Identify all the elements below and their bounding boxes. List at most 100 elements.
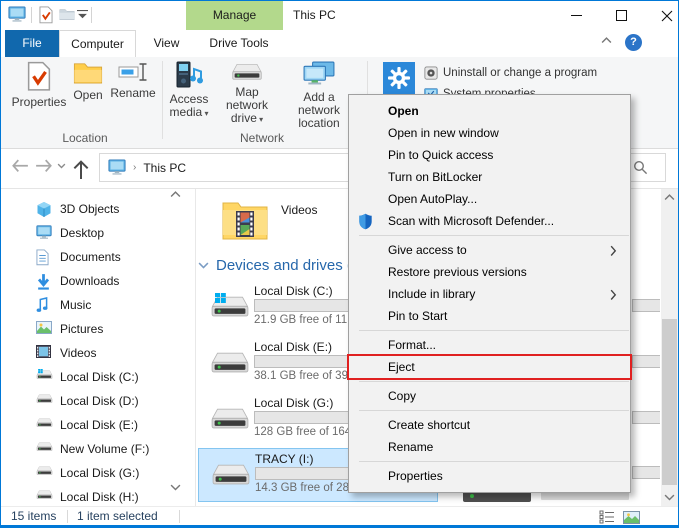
- menu-item-open-autoplay[interactable]: Open AutoPlay...: [349, 188, 630, 210]
- settings-gear-icon: [387, 66, 411, 90]
- menu-item-create-shortcut[interactable]: Create shortcut: [349, 414, 630, 436]
- menu-separator: [349, 327, 630, 334]
- network-location-icon: [283, 61, 355, 87]
- pane-divider[interactable]: [195, 189, 196, 506]
- access-media-button[interactable]: Access media ▾: [167, 61, 211, 120]
- main-scrollbar[interactable]: [661, 189, 678, 506]
- customize-qat-icon[interactable]: [77, 10, 88, 20]
- back-button[interactable]: [11, 159, 29, 173]
- map-network-drive-button[interactable]: Map network drive ▾: [213, 61, 281, 126]
- properties-check-icon[interactable]: [39, 6, 53, 24]
- qat-separator: [91, 7, 92, 23]
- sidebar-item-label: Downloads: [60, 269, 119, 293]
- menu-item-label: Pin to Start: [388, 309, 447, 323]
- breadcrumb-location[interactable]: This PC: [143, 161, 186, 175]
- sidebar-item-label: Documents: [60, 245, 121, 269]
- sidebar-item-local-disk-g[interactable]: Local Disk (G:): [3, 461, 163, 485]
- uninstall-program-button[interactable]: Uninstall or change a program: [424, 66, 597, 80]
- open-button[interactable]: Open: [67, 61, 109, 102]
- menu-item-format[interactable]: Format...: [349, 334, 630, 356]
- videos-folder-label[interactable]: Videos: [281, 203, 317, 217]
- menu-item-label: Open: [388, 104, 419, 118]
- partial-drive-capacity-bar: [632, 411, 660, 424]
- menu-item-eject[interactable]: Eject: [349, 356, 630, 378]
- drive-name: Local Disk (G:): [254, 396, 333, 410]
- devices-group-label: Devices and drives (8): [216, 257, 365, 274]
- scrollbar-thumb[interactable]: [662, 319, 677, 485]
- properties-button-label: Properties: [12, 95, 67, 109]
- sidebar-item-3d-objects[interactable]: 3D Objects: [3, 197, 163, 221]
- help-button[interactable]: ?: [625, 34, 642, 51]
- up-button[interactable]: [73, 159, 89, 180]
- tab-drive-tools[interactable]: Drive Tools: [195, 30, 283, 57]
- dropdown-caret-icon: ▾: [257, 115, 263, 124]
- menu-item-restore-previous-versions[interactable]: Restore previous versions: [349, 261, 630, 283]
- sidebar-item-downloads[interactable]: Downloads: [3, 269, 163, 293]
- tab-computer[interactable]: Computer: [59, 30, 136, 57]
- sidebar-item-documents[interactable]: Documents: [3, 245, 163, 269]
- tab-file[interactable]: File: [5, 30, 59, 57]
- breadcrumb-chevron-icon: ›: [133, 162, 136, 173]
- menu-item-rename[interactable]: Rename: [349, 436, 630, 458]
- menu-item-label: Create shortcut: [388, 418, 470, 432]
- sidebar-item-new-volume-f[interactable]: New Volume (F:): [3, 437, 163, 461]
- close-button[interactable]: [644, 1, 679, 30]
- menu-item-open-in-new-window[interactable]: Open in new window: [349, 122, 630, 144]
- file-explorer-window: Manage This PC File Computer View Drive …: [0, 0, 679, 528]
- sidebar-item-label: Local Disk (G:): [60, 461, 139, 485]
- sidebar-item-local-disk-d[interactable]: Local Disk (D:): [3, 389, 163, 413]
- sidebar-item-label: Local Disk (E:): [60, 413, 138, 437]
- search-icon: [633, 160, 648, 175]
- forward-button[interactable]: [35, 159, 53, 173]
- selection-count: 1 item selected: [77, 507, 158, 526]
- menu-item-scan-with-microsoft-defender[interactable]: Scan with Microsoft Defender...: [349, 210, 630, 232]
- menu-item-give-access-to[interactable]: Give access to: [349, 239, 630, 261]
- drive-led: [470, 494, 474, 498]
- new-folder-icon[interactable]: [59, 8, 75, 21]
- maximize-button[interactable]: [599, 1, 644, 30]
- menu-item-pin-to-start[interactable]: Pin to Start: [349, 305, 630, 327]
- details-view-button[interactable]: [597, 509, 617, 525]
- sidebar-item-music[interactable]: Music: [3, 293, 163, 317]
- filmstrip-icon: [36, 345, 51, 358]
- sidebar-scroll-up-icon[interactable]: [170, 191, 181, 198]
- menu-item-label: Copy: [388, 389, 416, 403]
- open-settings-button[interactable]: [383, 62, 415, 94]
- drive-context-menu: Open Open in new window Pin to Quick acces…: [348, 94, 631, 493]
- thumbnail-view-button[interactable]: [621, 509, 641, 525]
- scroll-down-icon[interactable]: [661, 489, 678, 506]
- map-drive-icon: [213, 61, 281, 82]
- properties-button[interactable]: Properties: [11, 61, 67, 109]
- menu-item-copy[interactable]: Copy: [349, 385, 630, 407]
- sidebar-item-videos[interactable]: Videos: [3, 341, 163, 365]
- rename-button[interactable]: Rename: [107, 61, 159, 100]
- window-title: This PC: [293, 1, 336, 30]
- recent-locations-button[interactable]: [57, 163, 66, 169]
- location-group-label: Location: [11, 131, 159, 145]
- sidebar-item-local-disk-c[interactable]: Local Disk (C:): [3, 365, 163, 389]
- menu-item-label: Restore previous versions: [388, 265, 527, 279]
- add-network-location-button[interactable]: Add a network location: [283, 61, 355, 130]
- items-count: 15 items: [11, 507, 56, 526]
- menu-item-open[interactable]: Open: [349, 100, 630, 122]
- scroll-up-icon[interactable]: [661, 189, 678, 206]
- sidebar-item-desktop[interactable]: Desktop: [3, 221, 163, 245]
- videos-folder-icon[interactable]: [221, 199, 269, 249]
- minimize-button[interactable]: [554, 1, 599, 30]
- menu-item-include-in-library[interactable]: Include in library: [349, 283, 630, 305]
- menu-item-properties[interactable]: Properties: [349, 465, 630, 487]
- chevron-up-icon[interactable]: [601, 37, 612, 44]
- menu-item-pin-to-quick-access[interactable]: Pin to Quick access: [349, 144, 630, 166]
- drive-icon: [36, 441, 53, 452]
- rename-icon: [107, 61, 159, 83]
- tab-view[interactable]: View: [140, 30, 193, 57]
- devices-group-header[interactable]: Devices and drives (8): [198, 257, 365, 274]
- sidebar-item-local-disk-e[interactable]: Local Disk (E:): [3, 413, 163, 437]
- menu-item-label: Pin to Quick access: [388, 148, 493, 162]
- sidebar-scroll-down-icon[interactable]: [170, 484, 181, 491]
- music-icon: [36, 297, 48, 313]
- menu-item-turn-on-bitlocker[interactable]: Turn on BitLocker: [349, 166, 630, 188]
- uninstall-program-label: Uninstall or change a program: [443, 67, 597, 79]
- chevron-down-icon[interactable]: [198, 262, 209, 269]
- sidebar-item-pictures[interactable]: Pictures: [3, 317, 163, 341]
